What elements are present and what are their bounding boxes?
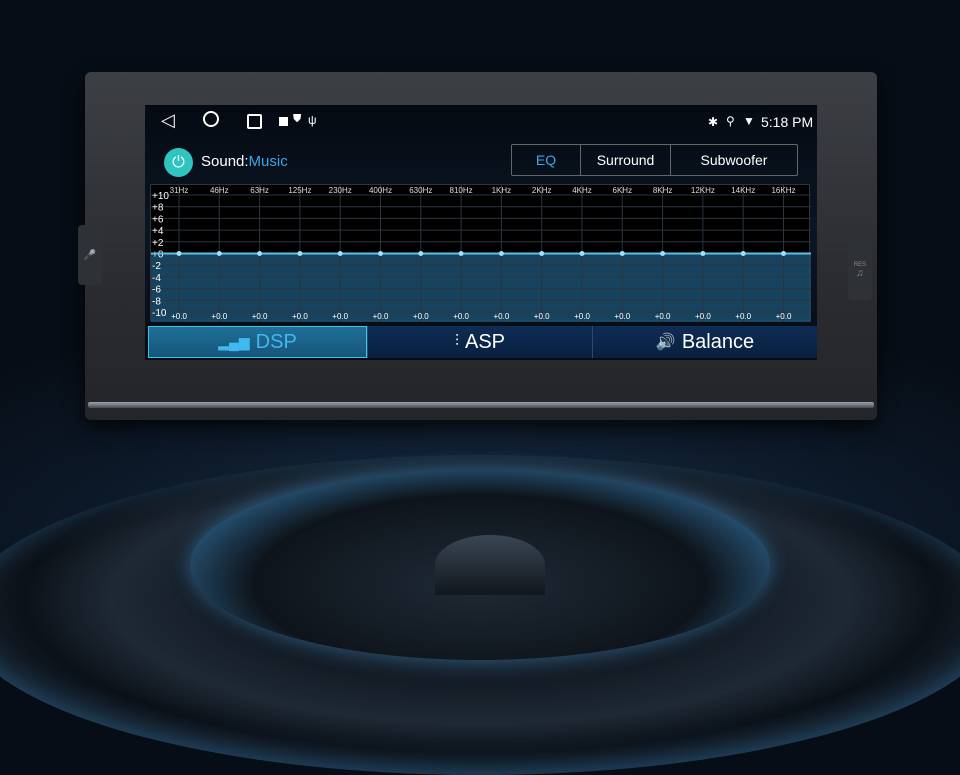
reset-button[interactable]: RES ♫ [848, 240, 872, 300]
x-tick-label: 63Hz [250, 186, 269, 195]
x-tick-label: 230Hz [329, 186, 352, 195]
tab-dsp[interactable]: ▂▄▆ DSP [148, 326, 367, 358]
y-tick-label: -6 [152, 285, 161, 296]
value-label: +0.0 [373, 312, 389, 321]
x-tick-label: 630Hz [409, 186, 432, 195]
wifi-icon: ▼ [743, 114, 755, 128]
home-icon[interactable] [203, 111, 219, 127]
image-icon [279, 117, 288, 126]
value-label: +0.0 [453, 312, 469, 321]
value-label: +0.0 [252, 312, 268, 321]
sliders-icon: ⫶ [454, 333, 459, 350]
x-tick-label: 4KHz [572, 186, 592, 195]
tab-balance-label: Balance [681, 330, 755, 353]
status-bar: ◁ ⛊ ψ ✱ ⚲ ▼ 5:18 PM [145, 105, 817, 139]
equalizer-icon: ▂▄▆ [218, 333, 250, 350]
y-tick-label: -10 [152, 308, 167, 319]
speaker-dome [435, 535, 545, 595]
bottom-tabs: ▂▄▆ DSP ⫶ ASP 🔊 Balance [148, 326, 817, 358]
x-tick-label: 810Hz [450, 186, 473, 195]
x-tick-label: 6KHz [613, 186, 633, 195]
back-icon[interactable]: ◁ [161, 110, 175, 131]
clock: 5:18 PM [761, 114, 814, 130]
value-label: +0.0 [211, 312, 227, 321]
y-tick-label: +8 [152, 203, 164, 214]
sound-mode: Sound:Music [201, 153, 288, 170]
power-icon: ⏻ [172, 154, 185, 171]
y-tick-label: -8 [152, 296, 161, 307]
eq-band-handle[interactable] [579, 251, 585, 256]
location-icon: ⚲ [726, 114, 735, 128]
recents-icon[interactable] [247, 114, 262, 129]
sound-mode-value: Music [248, 153, 288, 170]
bluetooth-icon: ✱ [708, 115, 719, 129]
value-label: +0.0 [171, 312, 187, 321]
eq-band-handle[interactable] [740, 251, 746, 256]
screen: ◁ ⛊ ψ ✱ ⚲ ▼ 5:18 PM ⏻ Sound:Music EQ Sur… [145, 105, 817, 360]
y-tick-label: +10 [152, 191, 169, 202]
value-label: +0.0 [614, 312, 630, 321]
eq-band-handle[interactable] [257, 251, 263, 256]
speaker-icon: 🔊 [655, 334, 676, 351]
y-tick-label: -2 [152, 261, 161, 272]
x-tick-label: 31Hz [170, 186, 189, 195]
y-tick-label: +6 [152, 214, 164, 225]
value-label: +0.0 [655, 312, 671, 321]
eq-band-handle[interactable] [378, 251, 383, 256]
eq-band-handle[interactable] [619, 251, 625, 256]
eq-band-handle[interactable] [216, 251, 222, 256]
x-tick-label: 16KHz [771, 186, 795, 195]
music-icon: ♫ [856, 267, 864, 279]
tab-eq[interactable]: EQ [512, 145, 581, 175]
x-tick-label: 125Hz [288, 186, 311, 195]
y-tick-label: +2 [152, 238, 164, 249]
tab-balance[interactable]: 🔊 Balance [592, 326, 817, 358]
power-button[interactable]: ⏻ [164, 148, 193, 177]
value-label: +0.0 [574, 312, 590, 321]
mode-segmented-control: EQ Surround Subwoofer [511, 144, 798, 176]
eq-band-handle[interactable] [498, 251, 504, 256]
eq-band-handle[interactable] [781, 251, 786, 256]
x-tick-label: 46Hz [210, 186, 229, 195]
tab-asp[interactable]: ⫶ ASP [367, 326, 592, 358]
eq-chart[interactable]: +10+8+6+4+2+0-2-4-6-8-10 31Hz +0.0 46Hz +0.0… [151, 185, 811, 322]
shield-icon: ⛊ [293, 113, 302, 125]
x-tick-label: 1KHz [492, 186, 512, 195]
value-label: +0.0 [292, 312, 308, 321]
x-tick-label: 12KHz [691, 186, 715, 195]
tab-dsp-label: DSP [255, 330, 297, 353]
y-tick-label: -4 [152, 273, 161, 284]
eq-band-handle[interactable] [539, 251, 545, 256]
x-tick-label: 14KHz [731, 186, 755, 195]
eq-band-handle[interactable] [297, 251, 303, 256]
sound-label: Sound: [201, 153, 249, 170]
value-label: +0.0 [776, 312, 792, 321]
eq-band-handle[interactable] [660, 251, 666, 256]
tab-subwoofer[interactable]: Subwoofer [671, 145, 797, 175]
header: ⏻ Sound:Music EQ Surround Subwoofer [145, 143, 817, 179]
bezel-trim [88, 402, 874, 408]
tab-asp-label: ASP [464, 330, 506, 353]
value-label: +0.0 [695, 312, 711, 321]
x-tick-label: 400Hz [369, 186, 392, 195]
value-label: +0.0 [534, 312, 550, 321]
value-label: +0.0 [494, 312, 510, 321]
y-tick-label: +4 [152, 226, 164, 237]
eq-band-handle[interactable] [458, 251, 464, 256]
x-tick-label: 2KHz [532, 186, 552, 195]
eq-band-handle[interactable] [700, 251, 706, 256]
value-label: +0.0 [332, 312, 348, 321]
eq-band-handle[interactable] [418, 251, 424, 256]
mic-icon: 🎤 [78, 225, 102, 285]
eq-graph[interactable]: +10 +8 +6 +4 +2 +0 -2 -4 -6 -8 -10 31Hz +0.0 46Hz +0.0… [150, 184, 811, 322]
tab-surround[interactable]: Surround [581, 145, 671, 175]
usb-icon: ψ [308, 113, 317, 127]
value-label: +0.0 [413, 312, 429, 321]
y-tick-label: +0 [152, 250, 164, 261]
eq-band-handle[interactable] [176, 251, 182, 256]
value-label: +0.0 [735, 312, 751, 321]
x-tick-label: 8KHz [653, 186, 673, 195]
eq-band-handle[interactable] [337, 251, 343, 256]
